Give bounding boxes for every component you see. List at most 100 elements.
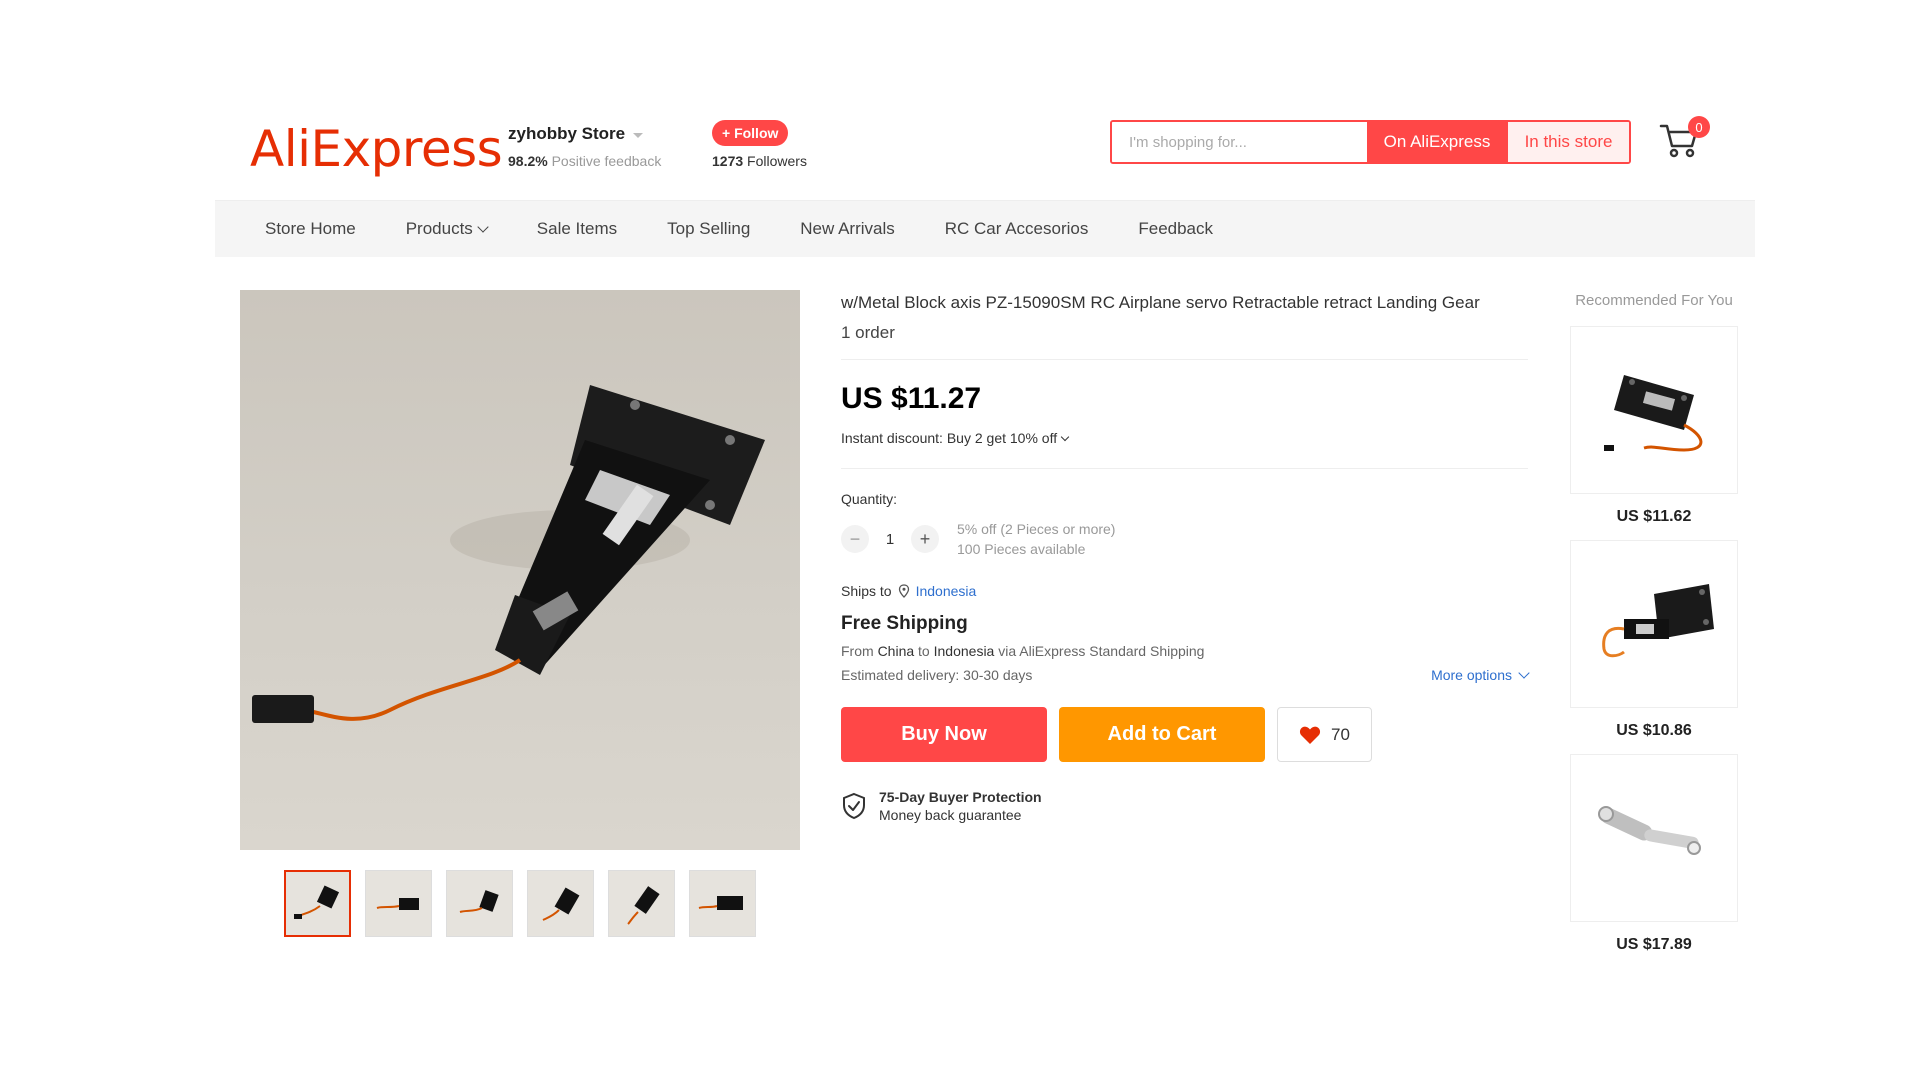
aliexpress-logo[interactable]: AliExpress <box>250 120 503 178</box>
wishlist-button[interactable]: 70 <box>1277 707 1372 762</box>
product-main-image[interactable] <box>240 290 800 850</box>
divider <box>841 468 1528 469</box>
thumbnail-2[interactable] <box>365 870 432 937</box>
feedback-label: Positive feedback <box>551 153 662 169</box>
recommended-item-image[interactable] <box>1570 754 1738 922</box>
quantity-discount-note: 5% off (2 Pieces or more) <box>957 521 1116 537</box>
cart-count-badge: 0 <box>1688 116 1710 138</box>
ships-to-country-link[interactable]: Indonesia <box>916 583 977 599</box>
add-to-cart-button[interactable]: Add to Cart <box>1059 707 1265 762</box>
product-title: w/Metal Block axis PZ-15090SM RC Airplan… <box>841 293 1480 312</box>
thumbnail-strip <box>284 870 756 937</box>
ships-to-label: Ships to <box>841 583 892 599</box>
recommended-item-image[interactable] <box>1570 540 1738 708</box>
product-thumbnail <box>1604 375 1703 452</box>
heart-icon <box>1299 726 1321 744</box>
buy-now-button[interactable]: Buy Now <box>841 707 1047 762</box>
nav-rc-car-accesorios[interactable]: RC Car Accesorios <box>945 219 1089 239</box>
instant-discount[interactable]: Instant discount: Buy 2 get 10% off <box>841 430 1528 446</box>
store-name[interactable]: zyhobby Store <box>508 124 625 144</box>
thumbnail-1[interactable] <box>284 870 351 937</box>
thumbnail-5[interactable] <box>608 870 675 937</box>
cart-button[interactable]: 0 <box>1658 116 1710 166</box>
minus-icon[interactable]: − <box>841 525 869 553</box>
store-nav: Store Home Products Sale Items Top Selli… <box>215 200 1755 257</box>
quantity-label: Quantity: <box>841 491 898 507</box>
feedback-percent: 98.2% <box>508 153 548 169</box>
follow-button[interactable]: + Follow <box>712 120 789 146</box>
buyer-protection: 75-Day Buyer Protection Money back guara… <box>841 788 1528 824</box>
wish-count: 70 <box>1331 724 1350 744</box>
recommended-item-price[interactable]: US $10.86 <box>1570 722 1738 740</box>
shield-check-icon <box>843 792 865 820</box>
nav-products[interactable]: Products <box>405 219 489 239</box>
search-in-store-button[interactable]: In this store <box>1507 122 1629 162</box>
quantity-available: 100 Pieces available <box>957 541 1086 557</box>
store-info: zyhobby Store 98.2% Positive feedback <box>508 124 661 169</box>
thumbnail-image <box>626 885 660 925</box>
delivery-row: Estimated delivery: 30-30 days More opti… <box>841 667 1530 683</box>
product-info: w/Metal Block axis PZ-15090SM RC Airplan… <box>841 290 1530 824</box>
quantity-value[interactable]: 1 <box>869 531 911 548</box>
location-pin-icon <box>898 584 909 598</box>
recommended-item[interactable]: US $17.89 <box>1570 754 1738 954</box>
follow-block: + Follow 1273 Followers <box>712 120 807 169</box>
recommended-panel: Recommended For You US $11.62 US $10.86 … <box>1570 290 1738 954</box>
product-thumbnail <box>1598 806 1701 855</box>
plus-icon[interactable]: + <box>911 525 939 553</box>
product-price: US $11.27 <box>841 382 982 415</box>
thumbnail-4[interactable] <box>527 870 594 937</box>
quantity-stepper: − 1 + 5% off (2 Pieces or more) 100 Piec… <box>841 519 1528 559</box>
store-header: AliExpress zyhobby Store 98.2% Positive … <box>215 100 1755 200</box>
recommended-item-price[interactable]: US $17.89 <box>1570 936 1738 954</box>
ship-via: via AliExpress Standard Shipping <box>998 643 1205 659</box>
more-options-label: More options <box>1431 667 1512 683</box>
nav-top-selling[interactable]: Top Selling <box>667 219 750 239</box>
nav-sale-items[interactable]: Sale Items <box>537 219 617 239</box>
caret-down-icon[interactable] <box>633 132 644 138</box>
recommended-item[interactable]: US $11.62 <box>1570 326 1738 526</box>
nav-feedback[interactable]: Feedback <box>1138 219 1213 239</box>
divider <box>841 359 1528 360</box>
protection-text: 75-Day Buyer Protection Money back guara… <box>879 788 1042 824</box>
recommended-title: Recommended For You <box>1575 292 1733 309</box>
thumbnail-image <box>459 889 499 913</box>
recommended-item-price[interactable]: US $11.62 <box>1570 508 1738 526</box>
ship-to-word: to <box>918 643 930 659</box>
more-options-link[interactable]: More options <box>1431 667 1530 683</box>
thumbnail-3[interactable] <box>446 870 513 937</box>
order-count: 1 order <box>841 323 895 342</box>
followers-label: Followers <box>747 153 807 169</box>
shipping-route: From China to Indonesia via AliExpress S… <box>841 643 1528 659</box>
recommended-item-image[interactable] <box>1570 326 1738 494</box>
instant-discount-text: Instant discount: Buy 2 get 10% off <box>841 430 1058 446</box>
quantity-notes: 5% off (2 Pieces or more) 100 Pieces ava… <box>957 519 1115 559</box>
ship-to-country: Indonesia <box>933 643 995 659</box>
search-bar: On AliExpress In this store <box>1110 120 1631 164</box>
store-feedback: 98.2% Positive feedback <box>508 153 661 169</box>
ships-to-row: Ships to Indonesia <box>841 583 1528 599</box>
product-thumbnail <box>1602 584 1714 658</box>
thumbnail-image <box>698 895 743 910</box>
chevron-down-icon <box>1060 432 1070 441</box>
search-input[interactable] <box>1112 122 1367 162</box>
ship-from-country: China <box>877 643 915 659</box>
nav-products-label: Products <box>405 219 473 238</box>
search-on-aliexpress-button[interactable]: On AliExpress <box>1367 122 1507 162</box>
protection-subtitle: Money back guarantee <box>879 807 1022 823</box>
nav-new-arrivals[interactable]: New Arrivals <box>800 219 894 239</box>
landing-gear-image <box>252 385 765 723</box>
recommended-item[interactable]: US $10.86 <box>1570 540 1738 740</box>
protection-title: 75-Day Buyer Protection <box>879 789 1042 805</box>
thumbnail-image <box>542 886 579 921</box>
ship-from-prefix: From <box>841 643 874 659</box>
chevron-down-icon <box>1518 667 1530 679</box>
store-name-row[interactable]: zyhobby Store <box>508 124 661 144</box>
followers-count: 1273 Followers <box>712 153 807 169</box>
followers-number: 1273 <box>712 153 744 169</box>
thumbnail-image <box>376 897 419 910</box>
nav-store-home[interactable]: Store Home <box>265 219 356 239</box>
thumbnail-6[interactable] <box>689 870 756 937</box>
free-shipping: Free Shipping <box>841 613 968 634</box>
chevron-down-icon <box>477 221 489 233</box>
